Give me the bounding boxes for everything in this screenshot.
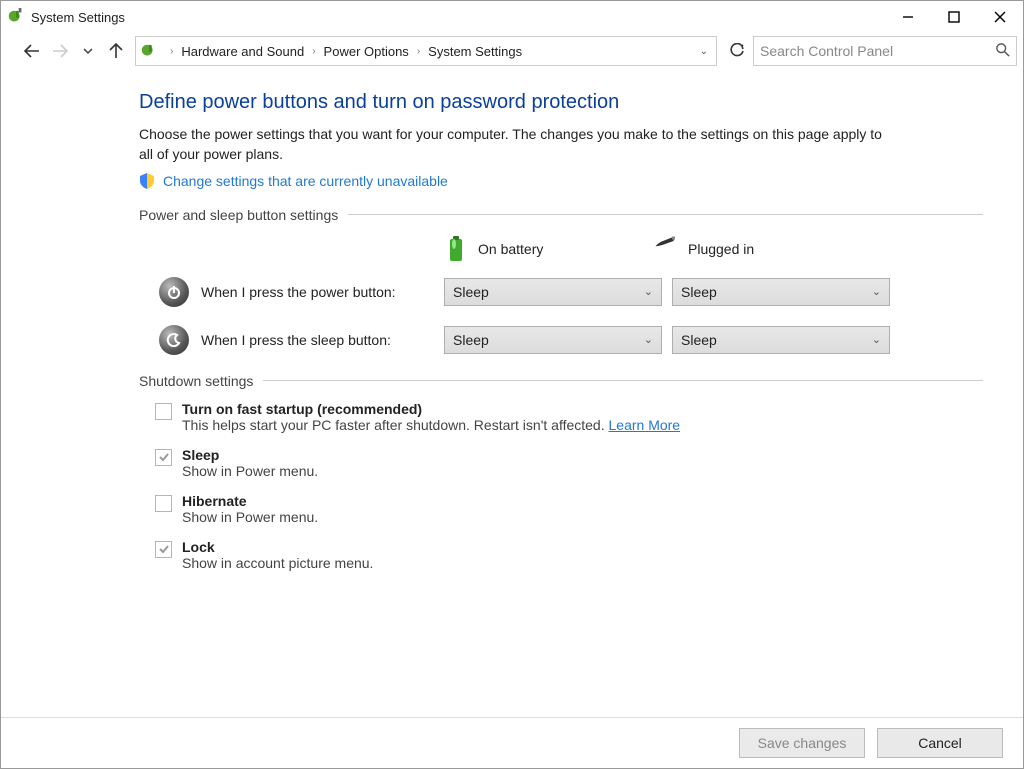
cancel-button[interactable]: Cancel (877, 728, 1003, 758)
section-label: Power and sleep button settings (139, 207, 338, 223)
save-button[interactable]: Save changes (739, 728, 865, 758)
hibernate-checkbox[interactable] (155, 495, 172, 512)
breadcrumb-power-options[interactable]: Power Options (322, 44, 411, 59)
hibernate-title: Hibernate (182, 493, 318, 509)
plug-icon (654, 235, 678, 263)
address-box[interactable]: › Hardware and Sound › Power Options › S… (135, 36, 717, 66)
control-panel-icon (140, 42, 158, 60)
chevron-down-icon[interactable]: ⌄ (696, 46, 712, 57)
up-button[interactable] (103, 38, 129, 64)
sleep-button-battery-select[interactable]: Sleep⌄ (444, 326, 662, 354)
sleep-icon (159, 325, 189, 355)
maximize-button[interactable] (931, 2, 977, 32)
fast-startup-checkbox[interactable] (155, 403, 172, 420)
page-title: Define power buttons and turn on passwor… (139, 91, 983, 114)
back-button[interactable] (19, 38, 45, 64)
minimize-button[interactable] (885, 2, 931, 32)
intro-text: Choose the power settings that you want … (139, 124, 899, 165)
navbar: › Hardware and Sound › Power Options › S… (1, 33, 1023, 69)
fast-startup-desc: This helps start your PC faster after sh… (182, 417, 609, 433)
section-shutdown: Shutdown settings (139, 373, 983, 389)
chevron-down-icon: ⌄ (872, 285, 881, 298)
forward-button[interactable] (47, 38, 73, 64)
sleep-button-plugged-select[interactable]: Sleep⌄ (672, 326, 890, 354)
sleep-button-label: When I press the sleep button: (201, 332, 391, 348)
lock-checkbox[interactable] (155, 541, 172, 558)
chevron-right-icon: › (306, 46, 321, 57)
window-title: System Settings (31, 10, 885, 25)
chevron-right-icon: › (164, 46, 179, 57)
col-on-battery: On battery (478, 241, 543, 257)
section-power-sleep: Power and sleep button settings (139, 207, 983, 223)
breadcrumb-hardware[interactable]: Hardware and Sound (179, 44, 306, 59)
learn-more-link[interactable]: Learn More (609, 417, 681, 433)
breadcrumb-system-settings[interactable]: System Settings (426, 44, 524, 59)
power-button-plugged-select[interactable]: Sleep⌄ (672, 278, 890, 306)
chevron-down-icon: ⌄ (872, 333, 881, 346)
sleep-desc: Show in Power menu. (182, 463, 318, 479)
chevron-down-icon: ⌄ (644, 285, 653, 298)
shield-icon (139, 173, 155, 189)
recent-dropdown[interactable] (75, 38, 101, 64)
power-button-battery-select[interactable]: Sleep⌄ (444, 278, 662, 306)
app-icon (7, 8, 25, 26)
lock-desc: Show in account picture menu. (182, 555, 373, 571)
sleep-checkbox[interactable] (155, 449, 172, 466)
power-button-label: When I press the power button: (201, 284, 396, 300)
search-placeholder: Search Control Panel (760, 43, 893, 59)
fast-startup-title: Turn on fast startup (recommended) (182, 401, 680, 417)
window: System Settings › Hardware and Sound › P… (0, 0, 1024, 769)
lock-title: Lock (182, 539, 373, 555)
hibernate-desc: Show in Power menu. (182, 509, 318, 525)
content: Define power buttons and turn on passwor… (1, 69, 1023, 717)
chevron-right-icon: › (411, 46, 426, 57)
footer: Save changes Cancel (1, 717, 1023, 768)
chevron-down-icon: ⌄ (644, 333, 653, 346)
battery-icon (444, 235, 468, 263)
section-label: Shutdown settings (139, 373, 253, 389)
search-icon (996, 43, 1010, 60)
sleep-title: Sleep (182, 447, 318, 463)
search-input[interactable]: Search Control Panel (753, 36, 1017, 66)
titlebar: System Settings (1, 1, 1023, 33)
refresh-button[interactable] (723, 37, 751, 65)
col-plugged-in: Plugged in (688, 241, 754, 257)
close-button[interactable] (977, 2, 1023, 32)
change-settings-link[interactable]: Change settings that are currently unava… (163, 173, 448, 189)
power-icon (159, 277, 189, 307)
